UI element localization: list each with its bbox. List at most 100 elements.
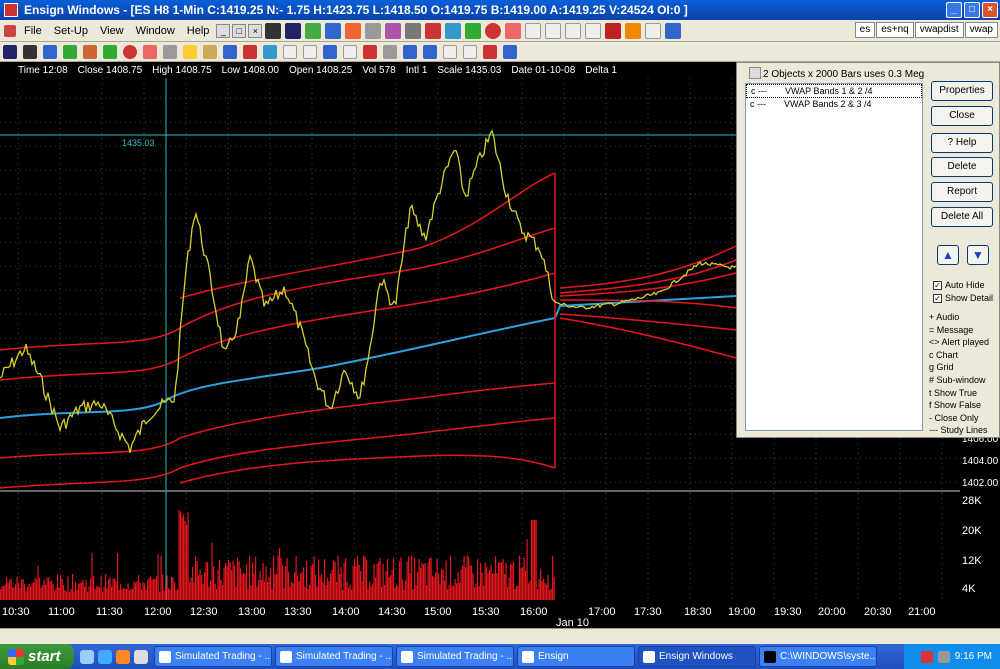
close-icon[interactable]: × xyxy=(982,2,998,18)
pie-icon[interactable] xyxy=(445,22,462,39)
menu-window[interactable]: Window xyxy=(130,25,181,37)
wave-icon[interactable] xyxy=(505,22,522,39)
menu-file[interactable]: File xyxy=(18,25,48,37)
tab-vwapdist[interactable]: vwapdist xyxy=(914,22,964,38)
volume-bar xyxy=(483,585,485,600)
objects-list[interactable]: c --- VWAP Bands 1 & 2 /4 c --- VWAP Ban… xyxy=(745,83,923,431)
app-menu-icon[interactable] xyxy=(4,24,16,37)
fan-icon[interactable] xyxy=(143,44,157,59)
task-button[interactable]: Simulated Trading - ... xyxy=(154,646,272,667)
ruler-icon[interactable] xyxy=(383,44,397,59)
list-icon[interactable] xyxy=(405,22,422,39)
exit-icon[interactable] xyxy=(103,44,117,59)
tab-es[interactable]: es xyxy=(854,22,876,38)
menu-view[interactable]: View xyxy=(94,25,130,37)
list-item[interactable]: c --- VWAP Bands 2 & 3 /4 xyxy=(746,98,922,110)
volume-bar xyxy=(468,556,470,600)
horizontal-scrollbar[interactable] xyxy=(0,628,1000,644)
panel-checkbox[interactable] xyxy=(749,67,761,79)
task-button[interactable]: Ensign Windows xyxy=(638,646,756,667)
task-button[interactable]: Ensign xyxy=(517,646,635,667)
show-detail-checkbox[interactable]: ✓ Show Detail xyxy=(933,293,993,303)
info-icon[interactable] xyxy=(263,44,277,59)
dice-icon[interactable] xyxy=(243,44,257,59)
properties-button[interactable]: Properties xyxy=(931,81,993,101)
browser-icon[interactable] xyxy=(98,649,112,664)
star-icon[interactable] xyxy=(183,44,197,59)
magnet-icon[interactable] xyxy=(483,44,497,59)
grid-icon[interactable] xyxy=(265,22,282,39)
task-button[interactable]: C:\WINDOWS\syste... xyxy=(759,646,877,667)
bars-icon[interactable] xyxy=(3,44,17,59)
left-icon[interactable] xyxy=(403,44,417,59)
tray-icon[interactable] xyxy=(920,650,933,663)
down-arrow-icon[interactable] xyxy=(605,22,622,39)
q-icon[interactable] xyxy=(43,44,57,59)
run-icon[interactable] xyxy=(163,44,177,59)
magnify-icon[interactable] xyxy=(343,44,357,59)
report-button[interactable]: Report xyxy=(931,182,993,202)
clock-icon[interactable] xyxy=(485,22,502,39)
volume-bar xyxy=(375,577,377,600)
lock-icon[interactable] xyxy=(203,44,217,59)
volume-bar xyxy=(325,585,327,600)
volume-bar xyxy=(531,520,533,600)
volume-bar xyxy=(280,557,282,600)
volume-bar xyxy=(487,573,489,600)
delete-all-button[interactable]: Delete All xyxy=(931,207,993,227)
rmt-icon[interactable] xyxy=(503,44,517,59)
text-icon[interactable] xyxy=(665,22,682,39)
move-up-icon[interactable]: ▲ xyxy=(937,245,959,265)
menu-help[interactable]: Help xyxy=(181,25,216,37)
minimize-icon[interactable]: _ xyxy=(946,2,962,18)
mdi-close-icon[interactable]: × xyxy=(248,23,263,38)
chart-tool-icon[interactable] xyxy=(305,22,322,39)
task-button[interactable]: Simulated Trading - ... xyxy=(275,646,393,667)
zoom-in-icon[interactable] xyxy=(283,44,297,59)
tab-vwap[interactable]: vwap xyxy=(964,22,998,38)
heat-icon[interactable] xyxy=(425,22,442,39)
zoom-out-icon[interactable] xyxy=(303,44,317,59)
arrow-tool-icon[interactable] xyxy=(585,22,602,39)
list-item[interactable]: c --- VWAP Bands 1 & 2 /4 xyxy=(746,84,922,98)
mdi-restore-icon[interactable]: □ xyxy=(232,23,247,38)
tab-es-nq[interactable]: es+nq xyxy=(876,22,914,38)
mdi-minimize-icon[interactable]: _ xyxy=(216,23,231,38)
tool-icon[interactable] xyxy=(83,44,97,59)
maximize-icon[interactable]: □ xyxy=(964,2,980,18)
chart-icon[interactable] xyxy=(23,44,37,59)
pointer-icon[interactable] xyxy=(525,22,542,39)
firefox-icon[interactable] xyxy=(116,649,130,664)
tag-icon[interactable] xyxy=(223,44,237,59)
cross-icon[interactable] xyxy=(645,22,662,39)
close-button[interactable]: Close xyxy=(931,106,993,126)
delete-button[interactable]: Delete xyxy=(931,157,993,177)
fire-icon[interactable] xyxy=(345,22,362,39)
triangle-icon[interactable] xyxy=(323,44,337,59)
page-icon[interactable] xyxy=(365,22,382,39)
auto-hide-checkbox[interactable]: ✓ Auto Hide xyxy=(933,280,985,290)
tray-icon[interactable] xyxy=(937,650,950,663)
exit-icon[interactable] xyxy=(465,22,482,39)
help-button[interactable]: ? Help xyxy=(931,133,993,153)
menu-setup[interactable]: Set-Up xyxy=(48,25,94,37)
volume-bar xyxy=(255,556,257,600)
app-icon[interactable] xyxy=(134,649,148,664)
g-icon[interactable] xyxy=(63,44,77,59)
ray-tool-icon[interactable] xyxy=(565,22,582,39)
up-arrow-icon[interactable] xyxy=(625,22,642,39)
move-down-icon[interactable]: ▼ xyxy=(967,245,989,265)
desktop-icon[interactable] xyxy=(80,649,94,664)
quote-icon[interactable] xyxy=(325,22,342,39)
start-button[interactable]: start xyxy=(0,644,74,669)
circle-icon[interactable] xyxy=(123,44,137,59)
dots-icon[interactable] xyxy=(385,22,402,39)
volume-bar xyxy=(160,555,162,600)
down-icon[interactable] xyxy=(463,44,477,59)
up-icon[interactable] xyxy=(443,44,457,59)
bar-chart-icon[interactable] xyxy=(285,22,302,39)
task-button[interactable]: Simulated Trading - ... xyxy=(396,646,514,667)
refresh-icon[interactable] xyxy=(363,44,377,59)
right-icon[interactable] xyxy=(423,44,437,59)
line-tool-icon[interactable] xyxy=(545,22,562,39)
